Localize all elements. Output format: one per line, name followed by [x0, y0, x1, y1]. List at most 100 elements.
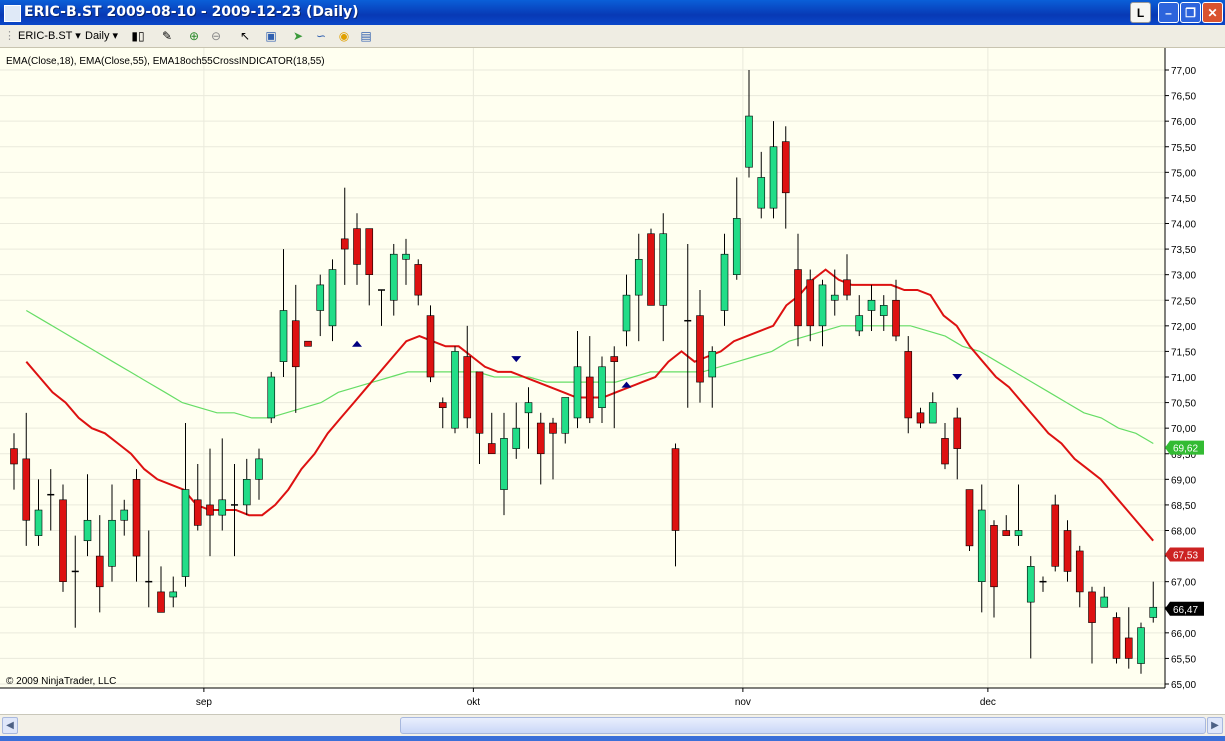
candle-body	[855, 315, 864, 332]
zoom-out-icon[interactable]: ⊖	[208, 28, 224, 44]
y-tick-label: 67,00	[1171, 578, 1196, 589]
y-tick-label: 74,50	[1171, 194, 1196, 205]
candle-body	[1124, 637, 1133, 659]
price-badge-last: 66,47	[1165, 601, 1204, 616]
candle-body	[414, 264, 423, 296]
candle-body	[169, 591, 178, 598]
taskbar-strip	[0, 736, 1225, 741]
pencil-icon[interactable]: ✎	[159, 28, 175, 44]
price-badge-text: 66,47	[1173, 605, 1198, 616]
period-label: Daily	[85, 30, 110, 42]
window-title: ERIC-B.ST 2009-08-10 - 2009-12-23 (Daily…	[24, 4, 359, 20]
candle-body	[769, 146, 778, 209]
candle-body	[304, 340, 312, 347]
chart-toolbar: ⋮ ERIC-B.ST ▾ Daily ▾ ▮▯ ✎ ⊕ ⊖ ↖ ▣ ➤ ∽ ◉…	[0, 25, 1225, 48]
candle	[267, 371, 276, 424]
copyright-label: © 2009 NinjaTrader, LLC	[6, 676, 116, 687]
candle-body	[1002, 530, 1011, 536]
candle-body	[549, 422, 557, 434]
price-chart[interactable]: 65,0065,5066,0066,5067,0067,5068,0068,50…	[0, 48, 1225, 714]
candle-body	[22, 458, 31, 521]
strategy-icon[interactable]: ➤	[290, 28, 306, 44]
candle-body	[365, 228, 374, 275]
y-tick-label: 73,50	[1171, 245, 1196, 256]
y-tick-label: 76,50	[1171, 92, 1196, 103]
close-icon[interactable]: ✕	[1202, 2, 1223, 23]
candle-body	[402, 253, 410, 260]
candle	[1112, 612, 1121, 664]
toolbar-grip: ⋮	[4, 30, 15, 42]
candle-body	[781, 141, 790, 194]
scroll-right-icon[interactable]: ▶	[1207, 717, 1223, 734]
candle-body	[389, 253, 398, 301]
candle-body	[120, 509, 129, 521]
candle-body	[1100, 596, 1109, 608]
candle-body	[536, 422, 545, 455]
candle-body	[353, 228, 361, 265]
app-icon	[4, 5, 21, 22]
y-tick-label: 66,00	[1171, 629, 1196, 640]
candle-body	[451, 351, 459, 429]
candle-body	[255, 458, 263, 480]
link-button[interactable]: L	[1130, 2, 1151, 23]
indicator-label: EMA(Close,18), EMA(Close,55), EMA18och55…	[6, 56, 325, 67]
candle-body	[132, 479, 141, 557]
candlestick-style-icon[interactable]: ▮▯	[130, 28, 146, 44]
chart-svg: 65,0065,5066,0066,5067,0067,5068,0068,50…	[0, 48, 1225, 714]
candle-body	[745, 115, 753, 168]
candle	[647, 228, 655, 306]
candle-body	[879, 305, 888, 316]
candle-body	[95, 555, 104, 588]
chart-icon[interactable]: ∽	[313, 28, 329, 44]
candle-body	[487, 443, 496, 455]
y-tick-label: 77,00	[1171, 66, 1196, 77]
zoom-in-icon[interactable]: ⊕	[186, 28, 202, 44]
maximize-icon[interactable]: ❐	[1180, 2, 1201, 23]
candle-body	[1014, 530, 1023, 536]
candle-body	[585, 376, 594, 419]
candle-body	[316, 284, 325, 311]
candle-body	[1051, 504, 1060, 567]
candle-body	[634, 259, 643, 296]
candle-body	[267, 376, 276, 419]
candle-body	[867, 299, 876, 311]
x-tick-label: okt	[467, 697, 481, 708]
candle-body	[291, 320, 300, 368]
candle-body	[573, 366, 582, 419]
data-box-icon[interactable]: ▤	[358, 28, 374, 44]
y-tick-label: 72,00	[1171, 322, 1196, 333]
scroll-thumb[interactable]	[400, 717, 1206, 734]
candle-body	[720, 253, 729, 311]
x-tick-label: sep	[196, 697, 213, 708]
candle-body	[438, 402, 447, 409]
scroll-left-icon[interactable]: ◀	[2, 717, 18, 734]
price-badge-ema55: 69,62	[1165, 440, 1204, 455]
candle-body	[843, 279, 851, 296]
properties-icon[interactable]: ▣	[263, 28, 279, 44]
candle-body	[83, 519, 92, 542]
instrument-selector[interactable]: ERIC-B.ST ▾	[18, 28, 81, 44]
candle	[965, 489, 974, 551]
y-tick-label: 71,00	[1171, 373, 1196, 384]
candle-body	[965, 489, 974, 547]
period-selector[interactable]: Daily ▾	[85, 28, 118, 44]
candle-body	[953, 417, 962, 449]
candle-body	[696, 315, 704, 383]
price-badge-ema18: 67,53	[1165, 547, 1204, 562]
candle-body	[475, 371, 484, 434]
y-tick-label: 68,50	[1171, 501, 1196, 512]
pointer-icon[interactable]: ↖	[237, 28, 253, 44]
candle-body	[916, 412, 925, 424]
candle-body	[928, 402, 937, 424]
chevron-down-icon: ▾	[112, 30, 119, 42]
candle-body	[500, 438, 508, 490]
candle-body	[463, 356, 472, 419]
candle-body	[892, 299, 900, 337]
horizontal-scrollbar[interactable]: ◀ ▶	[0, 714, 1225, 737]
y-tick-label: 68,00	[1171, 527, 1196, 538]
indicator-icon[interactable]: ◉	[336, 28, 352, 44]
y-tick-label: 75,00	[1171, 168, 1196, 179]
minimize-icon[interactable]: –	[1158, 2, 1179, 23]
y-tick-label: 65,00	[1171, 680, 1196, 691]
candle-body	[977, 509, 986, 582]
